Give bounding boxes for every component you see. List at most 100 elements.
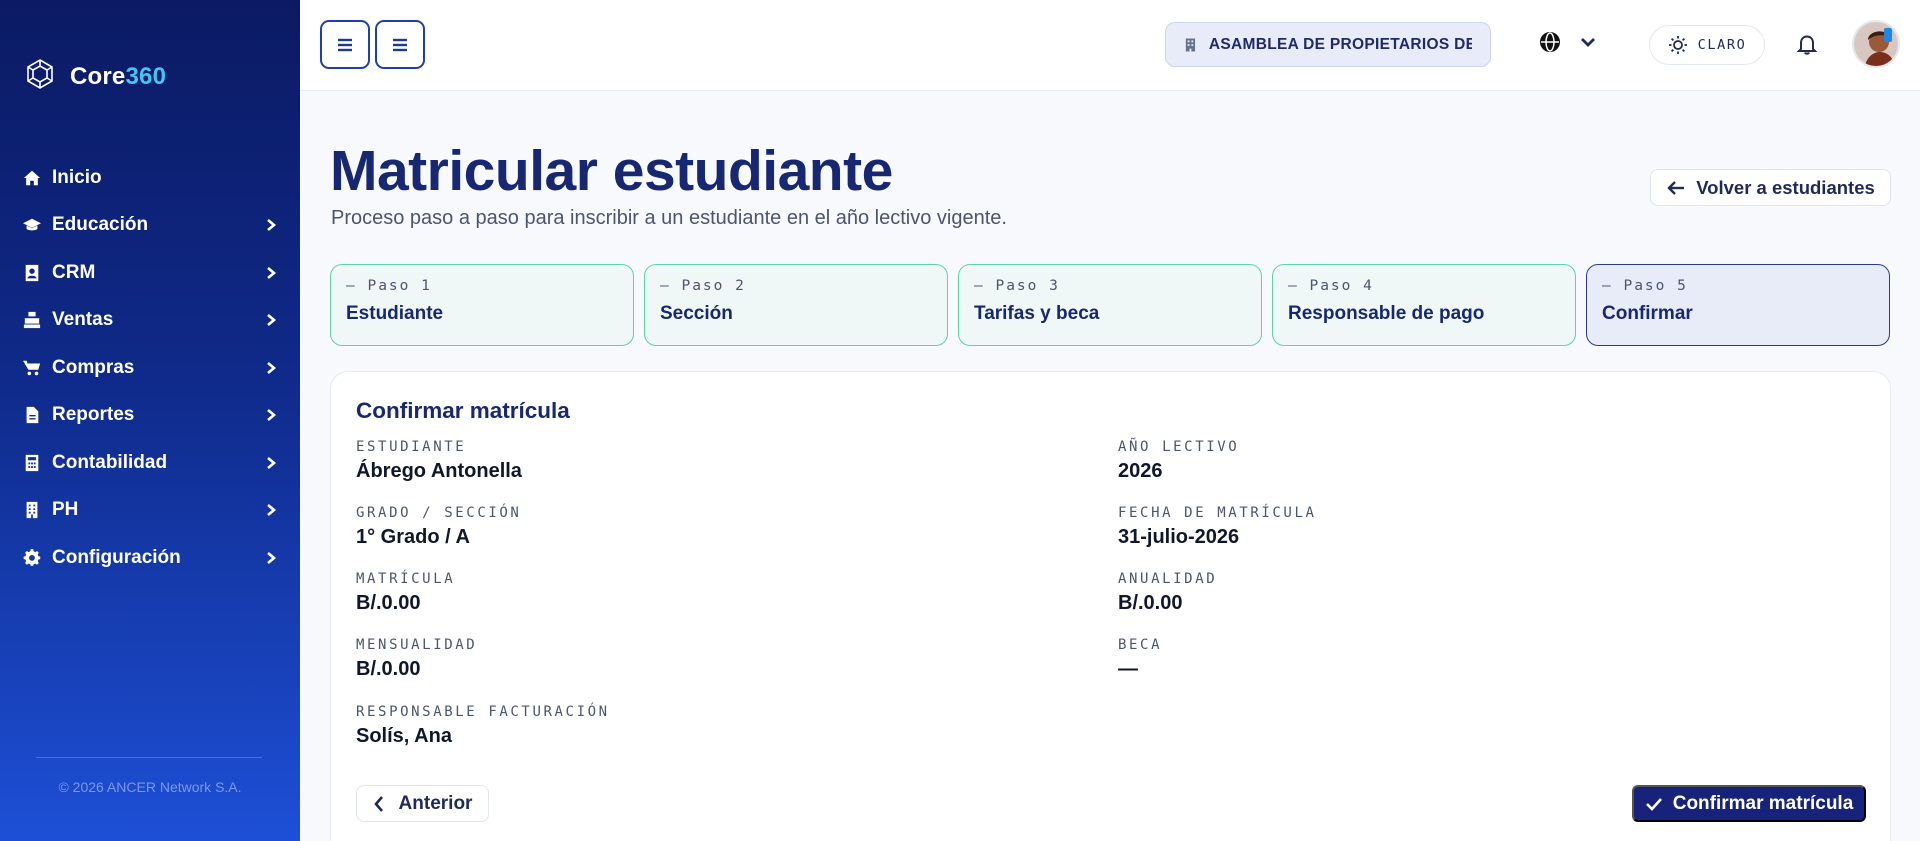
sidebar-item-label: Inicio (52, 166, 102, 188)
step-2[interactable]: — Paso 2 Sección (644, 264, 948, 346)
sidebar-item-label: Compras (52, 356, 135, 378)
sidebar-item-educacion[interactable]: Educación (0, 202, 300, 250)
step-number: — Paso 3 (974, 278, 1060, 294)
chevron-right-icon (264, 503, 278, 517)
field-label: ESTUDIANTE (356, 439, 467, 455)
chevron-right-icon (264, 313, 278, 327)
field-value: 1° Grado / A (356, 526, 470, 548)
field-value: 31-julio-2026 (1118, 526, 1240, 548)
confirm-enrollment-button[interactable]: Confirmar matrícula (1632, 785, 1866, 822)
organization-name: ASAMBLEA DE PROPIETARIOS DE ... (1208, 35, 1472, 53)
language-selector[interactable] (1539, 31, 1599, 53)
organization-selector[interactable]: ASAMBLEA DE PROPIETARIOS DE ... (1165, 22, 1491, 67)
globe-icon (1540, 32, 1560, 52)
step-label: Confirmar (1602, 303, 1693, 324)
brand-name: Core360 (70, 62, 167, 90)
sidebar-item-ph[interactable]: PH (0, 487, 300, 535)
gear-icon (22, 548, 42, 568)
field-label: ANUALIDAD (1118, 571, 1218, 587)
sidebar-item-label: Educación (52, 214, 149, 236)
field-value: B/.0.00 (356, 658, 421, 680)
chevron-right-icon (264, 218, 278, 232)
sidebar-divider (36, 757, 262, 758)
field-beca: BECA — (1118, 637, 1162, 681)
hamburger-icon (338, 38, 352, 51)
field-anualidad: ANUALIDAD B/.0.00 (1118, 571, 1217, 615)
field-anio-lectivo: AÑO LECTIVO 2026 (1118, 439, 1239, 483)
step-4[interactable]: — Paso 4 Responsable de pago (1272, 264, 1576, 346)
chevron-right-icon (264, 551, 278, 565)
check-icon (1645, 797, 1662, 811)
step-number: — Paso 2 (660, 278, 746, 294)
field-fecha-matricula: FECHA DE MATRÍCULA 31-julio-2026 (1118, 505, 1317, 549)
theme-toggle-button[interactable]: CLARO (1649, 25, 1765, 65)
brand[interactable]: Core360 (24, 58, 166, 95)
graduation-cap-icon (22, 215, 42, 235)
field-label: BECA (1118, 637, 1163, 653)
page-title: Matricular estudiante (330, 139, 893, 203)
shopping-cart-icon (22, 358, 42, 378)
chevron-down-icon (1581, 38, 1595, 47)
step-label: Responsable de pago (1288, 303, 1485, 324)
previous-button-label: Anterior (398, 792, 473, 814)
hamburger-icon (393, 38, 407, 51)
user-avatar[interactable] (1852, 20, 1900, 68)
sidebar-item-ventas[interactable]: Ventas (0, 297, 300, 345)
sidebar-item-crm[interactable]: CRM (0, 249, 300, 297)
contact-card-icon (22, 263, 42, 283)
field-responsable-facturacion: RESPONSABLE FACTURACIÓN Solís, Ana (356, 704, 610, 748)
sidebar: Core360 Inicio Educación CRM Ventas Comp… (0, 0, 300, 841)
field-label: RESPONSABLE FACTURACIÓN (356, 704, 610, 720)
field-label: MATRÍCULA (356, 571, 456, 587)
sidebar-item-inicio[interactable]: Inicio (0, 154, 300, 202)
chevron-right-icon (264, 361, 278, 375)
field-label: GRADO / SECCIÓN (356, 505, 522, 521)
field-value: Solís, Ana (356, 725, 452, 747)
topbar: ASAMBLEA DE PROPIETARIOS DE ... CLARO (300, 0, 1920, 91)
step-label: Tarifas y beca (974, 303, 1100, 324)
step-number: — Paso 1 (346, 278, 432, 294)
field-value: B/.0.00 (356, 592, 421, 614)
step-5-active[interactable]: — Paso 5 Confirmar (1586, 264, 1890, 346)
confirm-button-label: Confirmar matrícula (1672, 792, 1854, 814)
sidebar-item-contabilidad[interactable]: Contabilidad (0, 439, 300, 487)
sidebar-item-label: PH (52, 499, 79, 521)
step-3[interactable]: — Paso 3 Tarifas y beca (958, 264, 1262, 346)
chevron-right-icon (264, 266, 278, 280)
back-to-students-button[interactable]: Volver a estudiantes (1650, 169, 1891, 206)
home-icon (22, 168, 42, 188)
cash-register-icon (22, 310, 42, 330)
building-icon (1185, 38, 1196, 51)
sidebar-item-compras[interactable]: Compras (0, 344, 300, 392)
secondary-menu-button[interactable] (375, 20, 425, 69)
chevron-right-icon (264, 456, 278, 470)
copyright: © 2026 ANCER Network S.A. (58, 779, 242, 795)
confirmation-card: Confirmar matrícula ESTUDIANTE Ábrego An… (330, 371, 1891, 841)
building-icon (22, 500, 42, 520)
sidebar-item-configuracion[interactable]: Configuración (0, 534, 300, 582)
chevron-right-icon (264, 408, 278, 422)
core360-logo-icon (24, 58, 56, 95)
sidebar-nav: Inicio Educación CRM Ventas Compras Repo… (0, 154, 300, 582)
arrow-left-icon (1667, 180, 1685, 195)
field-value: 2026 (1118, 460, 1163, 482)
sidebar-item-reportes[interactable]: Reportes (0, 392, 300, 440)
field-label: MENSUALIDAD (356, 637, 478, 653)
sidebar-item-label: Reportes (52, 404, 135, 426)
calculator-icon (22, 453, 42, 473)
stepper: — Paso 1 Estudiante — Paso 2 Sección — P… (330, 264, 1890, 346)
notifications-bell-icon[interactable] (1796, 33, 1818, 55)
step-1[interactable]: — Paso 1 Estudiante (330, 264, 634, 346)
field-value: Ábrego Antonella (356, 460, 522, 482)
field-value: B/.0.00 (1118, 592, 1183, 614)
menu-toggle-button[interactable] (320, 20, 370, 69)
card-title: Confirmar matrícula (356, 398, 570, 423)
sidebar-item-label: Ventas (52, 309, 114, 331)
back-button-label: Volver a estudiantes (1696, 176, 1875, 198)
step-number: — Paso 5 (1602, 278, 1688, 294)
field-label: AÑO LECTIVO (1118, 439, 1240, 455)
previous-button[interactable]: Anterior (356, 785, 489, 822)
theme-label: CLARO (1697, 37, 1747, 53)
field-value: — (1118, 658, 1138, 680)
field-grado-seccion: GRADO / SECCIÓN 1° Grado / A (356, 505, 521, 549)
